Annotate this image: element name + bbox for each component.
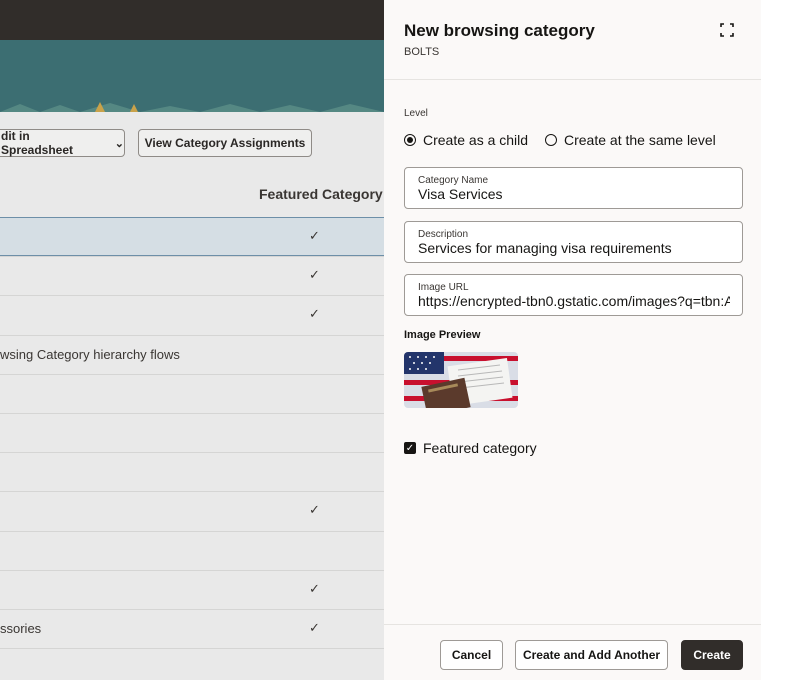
image-url-field[interactable]: Image URL	[404, 274, 743, 316]
featured-check-icon: ✓	[309, 228, 320, 243]
featured-check-icon: ✓	[309, 580, 320, 596]
featured-check-icon: ✓	[309, 267, 320, 283]
table-row[interactable]: ✓	[0, 491, 384, 530]
table-row[interactable]: wsing Category hierarchy flows	[0, 334, 384, 374]
drawer-subtitle: BOLTS	[404, 46, 440, 58]
featured-check-icon: ✓	[309, 502, 320, 518]
expand-icon[interactable]	[720, 23, 734, 37]
checkbox-checked-icon[interactable]: ✓	[404, 442, 416, 454]
table-row[interactable]: ✓	[0, 217, 384, 256]
chevron-down-icon: ⌄	[114, 137, 124, 150]
app-header	[0, 0, 384, 40]
category-name-input[interactable]	[418, 186, 730, 202]
page-banner	[0, 40, 384, 112]
table-row[interactable]	[0, 530, 384, 570]
featured-check-icon: ✓	[309, 306, 320, 322]
radio-selected-icon[interactable]	[404, 134, 416, 146]
featured-category-label: Featured category	[423, 440, 537, 456]
featured-category-column-header[interactable]: Featured Category	[259, 186, 383, 202]
drawer-title: New browsing category	[404, 21, 595, 40]
category-name-label: Category Name	[418, 175, 489, 186]
row-category-text: ssories	[0, 621, 42, 636]
create-button[interactable]: Create	[681, 640, 743, 670]
featured-category-checkbox[interactable]: ✓ Featured category	[404, 440, 537, 456]
image-preview-label: Image Preview	[404, 329, 481, 341]
edit-in-spreadsheet-label: dit in Spreadsheet	[1, 129, 74, 157]
image-url-label: Image URL	[418, 282, 469, 293]
row-category-text: wsing Category hierarchy flows	[0, 346, 180, 362]
view-category-assignments-button[interactable]: View Category Assignments	[138, 129, 312, 157]
table-row[interactable]: ✓	[0, 295, 384, 334]
radio-create-same-level-label: Create at the same level	[564, 132, 716, 148]
table-row[interactable]	[0, 373, 384, 413]
view-category-assignments-label: View Category Assignments	[144, 136, 306, 150]
edit-in-spreadsheet-button[interactable]: dit in Spreadsheet ⌄	[0, 129, 125, 157]
description-field[interactable]: Description	[404, 221, 743, 263]
image-url-input[interactable]	[418, 293, 730, 309]
table-row[interactable]: ssories ✓	[0, 609, 384, 648]
table-row[interactable]	[0, 452, 384, 491]
radio-create-as-child-label: Create as a child	[423, 132, 529, 148]
description-input[interactable]	[418, 240, 730, 256]
description-label: Description	[418, 229, 469, 240]
banner-decoration	[0, 102, 384, 112]
new-browsing-category-drawer: New browsing category BOLTS Level Create…	[384, 0, 761, 680]
featured-check-icon: ✓	[309, 620, 320, 635]
table-row[interactable]: ✓	[0, 256, 384, 295]
table-row[interactable]	[0, 413, 384, 452]
cancel-button[interactable]: Cancel	[440, 640, 503, 670]
drawer-header: New browsing category BOLTS	[384, 0, 761, 80]
image-preview	[404, 352, 518, 408]
radio-create-as-child[interactable]: Create as a child	[404, 132, 528, 148]
table-row[interactable]	[0, 648, 384, 687]
radio-create-same-level[interactable]: Create at the same level	[545, 132, 716, 148]
table-row[interactable]: ✓	[0, 569, 384, 609]
radio-unselected-icon[interactable]	[545, 134, 557, 146]
level-label: Level	[404, 108, 428, 119]
create-and-add-another-button[interactable]: Create and Add Another	[515, 640, 668, 670]
category-name-field[interactable]: Category Name	[404, 167, 743, 209]
